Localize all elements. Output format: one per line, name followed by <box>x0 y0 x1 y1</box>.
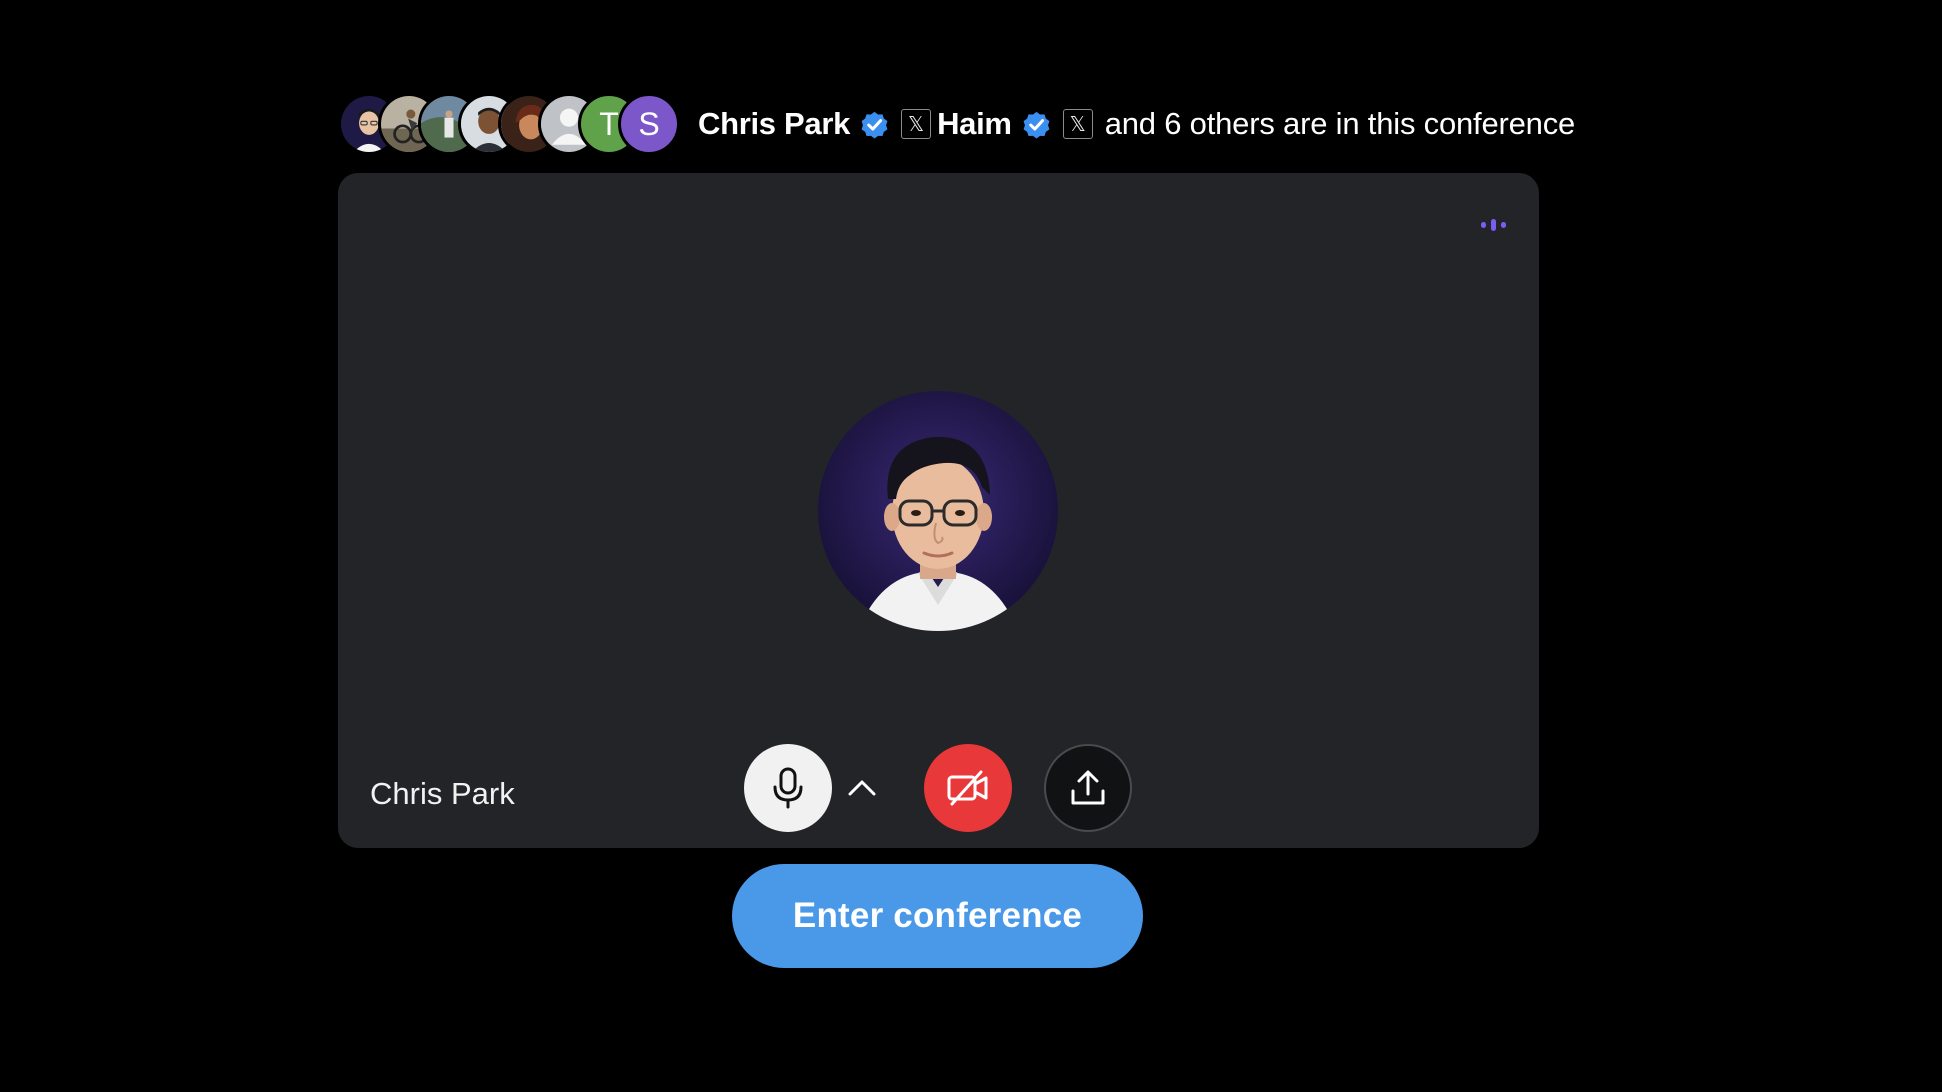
participant-name-label: Chris Park <box>370 776 515 811</box>
audio-level-indicator-icon <box>1473 215 1513 235</box>
audio-options-button[interactable] <box>838 764 886 812</box>
profile-photo-icon <box>818 391 1058 631</box>
others-count-text: and 6 others are in this conference <box>1104 106 1576 141</box>
conference-lobby: T S Chris Park 𝕏 Haim 𝕏 and 6 others are… <box>0 0 1942 1092</box>
self-profile-avatar <box>818 391 1058 631</box>
microphone-icon <box>773 767 803 809</box>
verified-badge-icon <box>861 111 888 139</box>
camera-toggle-button[interactable] <box>924 744 1012 832</box>
camera-off-icon <box>947 770 988 806</box>
participant-avatar-letter: S <box>618 93 680 155</box>
x-platform-icon: 𝕏 <box>1062 109 1093 139</box>
x-platform-icon: 𝕏 <box>901 109 932 139</box>
participant-avatar-stack[interactable]: T S <box>338 93 680 155</box>
upload-icon <box>1071 770 1105 805</box>
share-screen-button[interactable] <box>1044 744 1132 832</box>
microphone-toggle-button[interactable] <box>744 744 832 832</box>
verified-badge-icon <box>1023 111 1050 139</box>
participant-name-1[interactable]: Chris Park <box>698 106 850 142</box>
enter-conference-button[interactable]: Enter conference <box>732 864 1143 968</box>
chevron-up-icon <box>848 780 876 796</box>
video-preview-card: Chris Park <box>338 173 1539 848</box>
participants-summary: T S Chris Park 𝕏 Haim 𝕏 and 6 others are… <box>338 93 1575 155</box>
participant-name-2[interactable]: Haim <box>937 106 1012 142</box>
